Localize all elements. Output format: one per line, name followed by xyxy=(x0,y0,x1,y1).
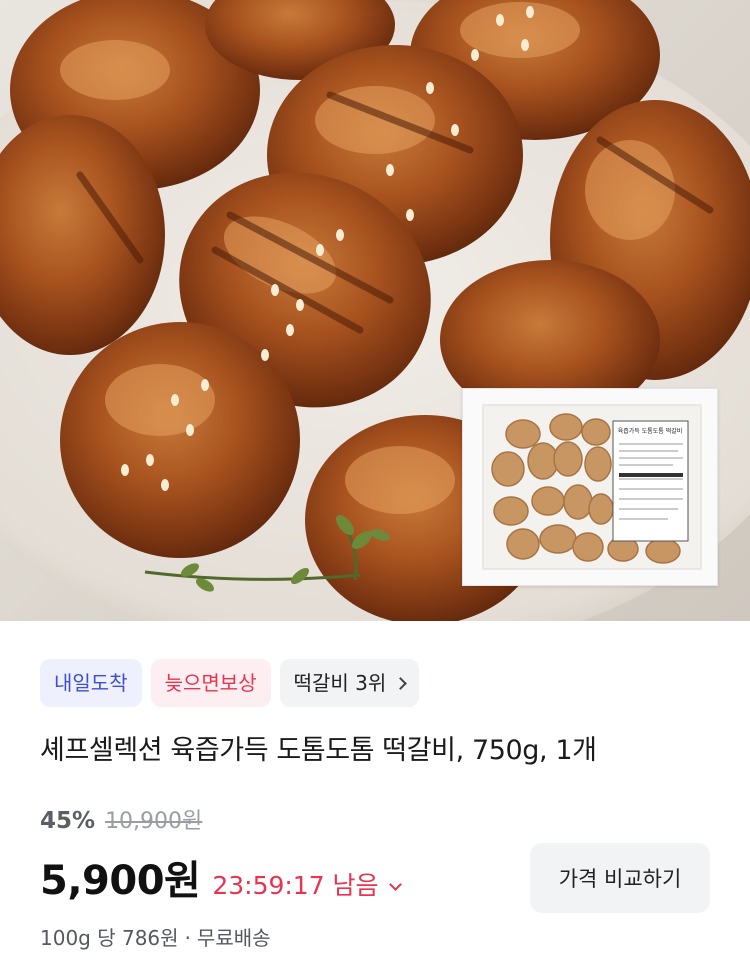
shipping-info: 무료배송 xyxy=(196,926,271,950)
price-compare-button[interactable]: 가격 비교하기 xyxy=(530,843,710,913)
unit-price: 100g 당 786원 xyxy=(40,926,179,950)
product-hero-image: 육즙가득 도톰도톰 떡갈비 xyxy=(0,0,750,621)
deal-timer: 23:59:17 남음 xyxy=(212,871,379,900)
unit-price-row: 100g 당 786원 · 무료배송 xyxy=(40,922,271,951)
package-inset-image: 육즙가득 도톰도톰 떡갈비 xyxy=(462,388,718,586)
chevron-down-icon[interactable] xyxy=(388,878,402,891)
product-title: 셰프셀렉션 육즙가득 도톰도톰 떡갈비, 750g, 1개 xyxy=(40,735,597,766)
chevron-right-icon xyxy=(394,677,408,690)
separator-dot: · xyxy=(184,926,191,950)
package-label-text: 육즙가득 도톰도톰 떡갈비 xyxy=(618,427,683,435)
discount-rate: 45% xyxy=(40,808,96,834)
tomorrow-delivery-badge: 내일도착 xyxy=(40,659,142,707)
discount-row: 45% 10,900원 xyxy=(40,803,202,835)
badge-row: 내일도착 늦으면보상 떡갈비 3위 xyxy=(40,659,420,707)
late-compensation-badge: 늦으면보상 xyxy=(150,659,271,707)
sale-price: 5,900원 xyxy=(40,858,201,904)
price-row: 5,900원 23:59:17 남음 xyxy=(40,848,402,906)
original-price: 10,900원 xyxy=(105,809,203,834)
category-rank-label: 떡갈비 3위 xyxy=(293,671,387,695)
category-rank-link[interactable]: 떡갈비 3위 xyxy=(279,659,420,707)
